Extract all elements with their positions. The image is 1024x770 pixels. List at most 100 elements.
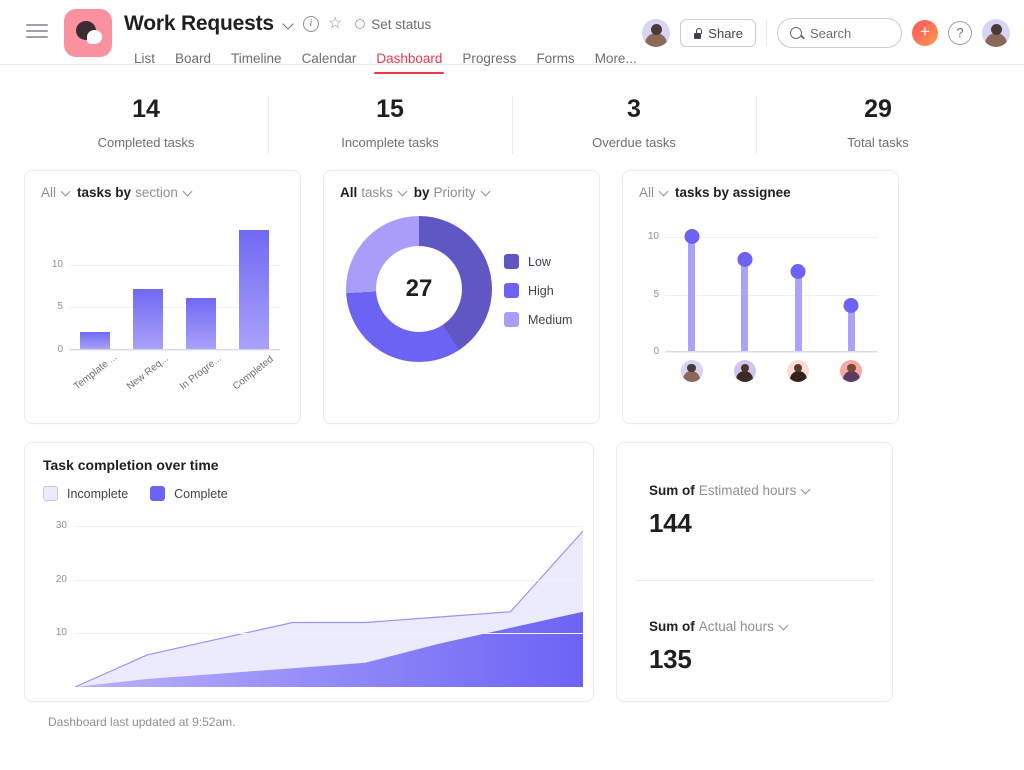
lollipop-stem[interactable] xyxy=(741,259,748,351)
legend-label: Complete xyxy=(174,487,228,501)
x-axis-tick: Completed xyxy=(231,354,276,392)
help-button[interactable]: ? xyxy=(948,21,972,45)
dashboard-grid: All tasks by section 0510 Template ...Ne… xyxy=(0,162,1024,729)
assignee-avatar[interactable] xyxy=(787,360,809,382)
lollipop-stem[interactable] xyxy=(848,305,855,351)
card-header: All tasks by assignee xyxy=(623,171,898,200)
donut-chart-priority: 27 Low High Medium xyxy=(324,206,599,391)
bar[interactable] xyxy=(186,298,216,349)
sum-of-prefix: Sum of xyxy=(649,619,695,634)
stat-label: Completed tasks xyxy=(24,135,268,150)
lollipop-stem[interactable] xyxy=(795,271,802,351)
hamburger-icon[interactable] xyxy=(26,24,48,38)
lollipop-stem[interactable] xyxy=(688,236,695,351)
chevron-down-icon[interactable] xyxy=(802,486,811,495)
stat-total-tasks: 29 Total tasks xyxy=(756,90,1000,162)
search-icon xyxy=(790,27,802,39)
legend-item-high[interactable]: High xyxy=(504,283,572,298)
stat-label: Overdue tasks xyxy=(512,135,756,150)
chevron-down-icon[interactable] xyxy=(780,622,789,631)
chevron-down-icon[interactable] xyxy=(482,188,491,197)
y-axis-tick: 10 xyxy=(39,259,63,270)
set-status-button[interactable]: Set status xyxy=(355,17,431,32)
assignee-avatar[interactable] xyxy=(734,360,756,382)
bar[interactable] xyxy=(239,230,269,349)
field-name[interactable]: Estimated hours xyxy=(699,483,797,498)
actual-hours-value: 135 xyxy=(649,644,860,675)
legend-swatch xyxy=(150,486,165,501)
page-title: Work Requests xyxy=(124,12,274,36)
tab-dashboard[interactable]: Dashboard xyxy=(366,51,452,74)
priority-dim-label[interactable]: Priority xyxy=(434,185,476,200)
share-button[interactable]: Share xyxy=(680,19,756,47)
assignee-avatar[interactable] xyxy=(840,360,862,382)
member-avatar[interactable] xyxy=(642,19,670,47)
stat-value: 29 xyxy=(756,95,1000,124)
x-axis-tick: In Progre... xyxy=(178,353,224,392)
bar[interactable] xyxy=(80,332,110,349)
card-header: All tasks by Priority xyxy=(324,171,599,200)
avatar-slot xyxy=(825,360,878,382)
search-input[interactable]: Search xyxy=(777,18,902,48)
legend-swatch xyxy=(43,486,58,501)
chevron-down-icon[interactable] xyxy=(660,188,669,197)
card-task-completion-over-time: Task completion over time Incomplete Com… xyxy=(24,442,594,702)
lollipop-dot[interactable] xyxy=(791,264,806,279)
stat-value: 3 xyxy=(512,95,756,124)
project-icon[interactable] xyxy=(64,9,112,57)
create-button[interactable]: + xyxy=(912,20,938,46)
estimated-hours-value: 144 xyxy=(649,508,860,539)
legend-item-complete[interactable]: Complete xyxy=(150,486,228,501)
legend-label: Medium xyxy=(528,313,572,327)
chevron-down-icon[interactable] xyxy=(184,188,193,197)
card-tasks-by-section: All tasks by section 0510 Template ...Ne… xyxy=(24,170,301,424)
legend-swatch xyxy=(504,254,519,269)
summary-stats: 14 Completed tasks 15 Incomplete tasks 3… xyxy=(24,65,1000,162)
axis-line xyxy=(69,349,280,350)
priority-tasks-label[interactable]: tasks xyxy=(361,185,393,200)
divider xyxy=(766,20,767,46)
info-icon[interactable]: i xyxy=(303,16,319,32)
bar-slot xyxy=(69,332,122,349)
assignee-avatar[interactable] xyxy=(681,360,703,382)
tab-more[interactable]: More... xyxy=(585,51,647,74)
chevron-down-icon[interactable] xyxy=(399,188,408,197)
star-icon[interactable]: ☆ xyxy=(328,16,342,32)
dashboard-row-2: Task completion over time Incomplete Com… xyxy=(24,442,1000,702)
assignee-scope-label[interactable]: All xyxy=(639,185,654,200)
area-chart-svg xyxy=(75,515,583,687)
user-avatar[interactable] xyxy=(982,19,1010,47)
area-chart: 102030 xyxy=(43,515,583,687)
section-dim-label[interactable]: section xyxy=(135,185,178,200)
tab-progress[interactable]: Progress xyxy=(452,51,526,74)
bar[interactable] xyxy=(133,289,163,349)
top-bar-actions: Share Search + ? xyxy=(642,18,1010,48)
footer-updated-text: Dashboard last updated at 9:52am. xyxy=(24,702,1000,729)
speech-bubble-small-icon xyxy=(87,30,102,44)
legend-item-low[interactable]: Low xyxy=(504,254,572,269)
field-name[interactable]: Actual hours xyxy=(699,619,774,634)
donut-center-value: 27 xyxy=(376,246,462,332)
avatar-slot xyxy=(665,360,718,382)
tab-list[interactable]: List xyxy=(124,51,165,74)
tab-forms[interactable]: Forms xyxy=(526,51,584,74)
share-label: Share xyxy=(708,26,743,41)
tab-timeline[interactable]: Timeline xyxy=(221,51,292,74)
y-axis-tick: 5 xyxy=(39,301,63,312)
chevron-down-icon[interactable] xyxy=(283,19,294,30)
lollipop-dot[interactable] xyxy=(684,229,699,244)
card-header: All tasks by section xyxy=(25,171,300,200)
legend-item-incomplete[interactable]: Incomplete xyxy=(43,486,128,501)
lollipop-dot[interactable] xyxy=(737,252,752,267)
tab-board[interactable]: Board xyxy=(165,51,221,74)
chevron-down-icon[interactable] xyxy=(62,188,71,197)
y-axis-tick: 10 xyxy=(43,627,67,638)
legend-swatch xyxy=(504,283,519,298)
x-axis-slot: Template ... xyxy=(69,354,122,404)
tab-calendar[interactable]: Calendar xyxy=(292,51,367,74)
lollipop-dot[interactable] xyxy=(844,298,859,313)
section-scope-label[interactable]: All xyxy=(41,185,56,200)
stat-completed-tasks: 14 Completed tasks xyxy=(24,90,268,162)
legend-item-medium[interactable]: Medium xyxy=(504,312,572,327)
lollipop-slot xyxy=(665,236,718,351)
